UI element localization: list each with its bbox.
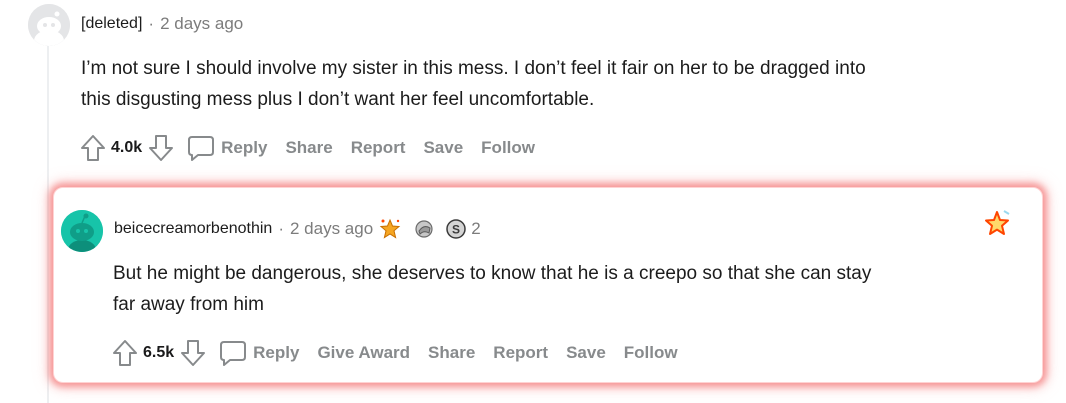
user-avatar[interactable] — [61, 210, 103, 252]
award-star-icon[interactable] — [982, 208, 1012, 243]
save-button[interactable]: Save — [566, 343, 606, 363]
share-button[interactable]: Share — [428, 343, 475, 363]
report-button[interactable]: Report — [493, 343, 548, 363]
parent-comment-body: I’m not sure I should involve my sister … — [81, 53, 866, 115]
silver-award-icon[interactable]: S — [445, 218, 467, 240]
reply-button[interactable]: Reply — [253, 343, 299, 363]
deleted-user-avatar — [28, 4, 70, 46]
svg-text:S: S — [452, 223, 460, 237]
parent-body-line: I’m not sure I should involve my sister … — [81, 58, 866, 79]
thread-line[interactable] — [47, 46, 49, 403]
meta-separator: · — [278, 219, 284, 238]
parent-comment-meta: [deleted] · 2 days ago — [81, 14, 243, 34]
comment-bubble-icon[interactable] — [187, 134, 215, 162]
give-award-button[interactable]: Give Award — [317, 343, 410, 363]
reply-author[interactable]: beicecreamorbenothin — [114, 220, 272, 238]
meta-separator: · — [148, 14, 155, 33]
follow-button[interactable]: Follow — [481, 138, 535, 158]
parent-author: [deleted] — [81, 15, 143, 32]
starstruck-award-icon[interactable] — [379, 218, 401, 240]
reply-body-line: far away from him — [113, 294, 264, 315]
follow-button[interactable]: Follow — [624, 343, 678, 363]
parent-body-line: this disgusting mess plus I don’t want h… — [81, 89, 595, 110]
default-avatar-icon — [28, 4, 70, 46]
parent-action-bar: 4.0k Reply Share Report Save Follow — [79, 133, 535, 163]
reply-timestamp[interactable]: 2 days ago — [290, 219, 373, 239]
reply-comment-body: But he might be dangerous, she deserves … — [113, 258, 871, 320]
reply-comment-meta: beicecreamorbenothin · 2 days ago S 2 — [114, 218, 481, 240]
downvote-icon[interactable] — [179, 338, 207, 368]
reply-button[interactable]: Reply — [221, 138, 267, 158]
share-button[interactable]: Share — [285, 138, 332, 158]
parent-vote-score: 4.0k — [111, 139, 143, 156]
report-button[interactable]: Report — [351, 138, 406, 158]
save-button[interactable]: Save — [423, 138, 463, 158]
upvote-icon[interactable] — [79, 133, 107, 163]
award-count: 2 — [471, 219, 481, 238]
downvote-icon[interactable] — [147, 133, 175, 163]
upvote-icon[interactable] — [111, 338, 139, 368]
reply-body-line: But he might be dangerous, she deserves … — [113, 263, 872, 284]
reply-action-bar: 6.5k Reply Give Award Share Report Save … — [111, 338, 678, 368]
comment-bubble-icon[interactable] — [219, 339, 247, 367]
reply-vote-score: 6.5k — [143, 344, 175, 361]
highlighted-comment: beicecreamorbenothin · 2 days ago S 2 Bu… — [53, 187, 1043, 383]
facepalm-award-icon[interactable] — [413, 218, 435, 240]
snoo-avatar-icon — [61, 210, 103, 252]
parent-timestamp[interactable]: 2 days ago — [160, 14, 243, 34]
